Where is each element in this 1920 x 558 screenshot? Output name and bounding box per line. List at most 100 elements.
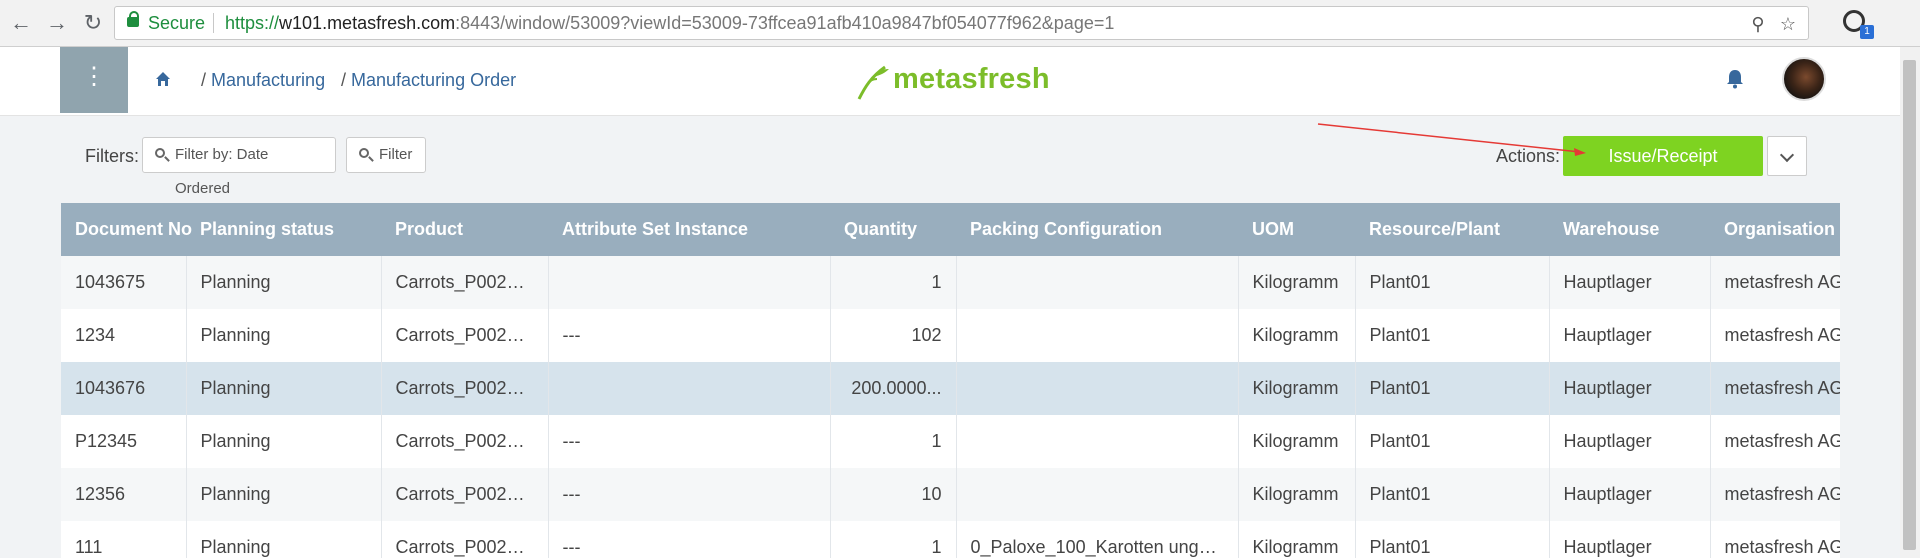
logo-text: metasfresh bbox=[893, 63, 1050, 95]
column-header[interactable]: Attribute Set Instance bbox=[548, 203, 830, 256]
table-cell: Carrots_P002734 bbox=[381, 309, 549, 362]
table-cell: 1 bbox=[830, 415, 957, 468]
secure-label: Secure bbox=[148, 13, 206, 33]
column-header[interactable]: Planning status bbox=[186, 203, 381, 256]
table-row[interactable]: 1234 Planning Carrots_P002734 --- 102 Kilogra… bbox=[61, 309, 1840, 362]
filters-label: Filters: bbox=[85, 146, 139, 166]
browser-toolbar: ← → ↻ Secure https://w101.metasfresh.com… bbox=[0, 0, 1920, 47]
url-protocol: https:// bbox=[225, 13, 280, 33]
column-header[interactable]: Warehouse bbox=[1549, 203, 1710, 256]
filter-date-ordered-button[interactable]: Filter by: Date Ordered bbox=[142, 137, 336, 197]
table-cell: 1043675 bbox=[61, 256, 187, 309]
table-cell: Planning bbox=[186, 256, 382, 309]
table-cell bbox=[956, 362, 1239, 415]
table-cell: --- bbox=[548, 309, 831, 362]
table-body: 1043675 Planning Carrots_P002734 1 Kilogramm… bbox=[61, 256, 1840, 558]
reload-icon[interactable]: ↻ bbox=[78, 8, 108, 38]
table-cell: Planning bbox=[186, 309, 382, 362]
table-cell bbox=[956, 468, 1239, 521]
table-cell bbox=[548, 256, 831, 309]
table-cell: Hauptlager bbox=[1549, 309, 1711, 362]
table-cell: metasfresh AG bbox=[1710, 415, 1840, 468]
breadcrumb-manufacturing-order[interactable]: / Manufacturing Order bbox=[341, 70, 516, 91]
bell-icon[interactable] bbox=[1726, 69, 1744, 89]
manufacturing-order-table: Document No Planning status Product Attribu… bbox=[61, 203, 1840, 558]
table-row[interactable]: P12345 Planning Carrots_P002734 --- 1 Kilogra… bbox=[61, 415, 1840, 468]
table-cell: Plant01 bbox=[1355, 415, 1550, 468]
column-header[interactable]: UOM bbox=[1238, 203, 1355, 256]
table-cell: Plant01 bbox=[1355, 256, 1550, 309]
key-icon[interactable]: ⚲ bbox=[1747, 13, 1769, 35]
table-cell: Carrots_P002734 bbox=[381, 415, 549, 468]
table-header-row: Document No Planning status Product Attribu… bbox=[61, 203, 1840, 256]
search-icon bbox=[155, 148, 165, 158]
table-row[interactable]: 1043676 Planning Carrots_P002734 200.0000..… bbox=[61, 362, 1840, 415]
home-icon[interactable] bbox=[155, 71, 171, 87]
table-cell: metasfresh AG bbox=[1710, 362, 1840, 415]
search-icon bbox=[359, 148, 369, 158]
table-cell bbox=[548, 362, 831, 415]
table-cell bbox=[956, 415, 1239, 468]
column-header[interactable]: Organisation bbox=[1710, 203, 1840, 256]
table-cell: metasfresh AG bbox=[1710, 309, 1840, 362]
actions-label: Actions: bbox=[1496, 146, 1561, 166]
table-cell: 1234 bbox=[61, 309, 187, 362]
carrot-logo-icon bbox=[857, 65, 889, 100]
table-row[interactable]: 12356 Planning Carrots_P002734 --- 10 Kilogra… bbox=[61, 468, 1840, 521]
column-header[interactable]: Document No bbox=[61, 203, 192, 256]
table-cell: Hauptlager bbox=[1549, 521, 1711, 558]
filter-label: Filter bbox=[379, 146, 413, 163]
table-cell: Kilogramm bbox=[1238, 521, 1356, 558]
table-cell: 1043676 bbox=[61, 362, 187, 415]
table-cell: metasfresh AG bbox=[1710, 521, 1840, 558]
table-cell: Kilogramm bbox=[1238, 468, 1356, 521]
table-cell bbox=[956, 309, 1239, 362]
extension-badge: 1 bbox=[1860, 25, 1874, 39]
page-scrollbar-thumb[interactable] bbox=[1903, 60, 1916, 550]
table-cell: 200.0000... bbox=[830, 362, 957, 415]
address-bar[interactable]: Secure https://w101.metasfresh.com:8443/… bbox=[114, 6, 1809, 40]
filter-button[interactable]: Filter bbox=[346, 137, 426, 173]
table-cell: metasfresh AG bbox=[1710, 256, 1840, 309]
table-cell: Planning bbox=[186, 468, 382, 521]
table-cell: Planning bbox=[186, 362, 382, 415]
table-cell: Kilogramm bbox=[1238, 362, 1356, 415]
table-cell: Planning bbox=[186, 521, 382, 558]
table-cell: Hauptlager bbox=[1549, 256, 1711, 309]
table-row[interactable]: 111 Planning Carrots_P002734 --- 1 0_Paloxe_1… bbox=[61, 521, 1840, 558]
lock-icon bbox=[127, 11, 139, 27]
menu-button[interactable]: ⋮ bbox=[60, 47, 128, 113]
forward-icon[interactable]: → bbox=[42, 8, 72, 38]
filter-date-ordered-label: Filter by: Date Ordered bbox=[175, 146, 269, 197]
avatar[interactable] bbox=[1782, 57, 1826, 101]
star-icon[interactable]: ☆ bbox=[1777, 13, 1799, 35]
column-header[interactable]: Quantity bbox=[830, 203, 956, 256]
actions-dropdown-button[interactable] bbox=[1767, 136, 1807, 176]
table-cell: Plant01 bbox=[1355, 468, 1550, 521]
table-cell: 102 bbox=[830, 309, 957, 362]
table-cell: --- bbox=[548, 415, 831, 468]
table-cell: 10 bbox=[830, 468, 957, 521]
table-cell: Kilogramm bbox=[1238, 309, 1356, 362]
table-cell: Kilogramm bbox=[1238, 415, 1356, 468]
table-cell: 1 bbox=[830, 521, 957, 558]
table-cell: 1 bbox=[830, 256, 957, 309]
table-cell: Plant01 bbox=[1355, 309, 1550, 362]
back-icon[interactable]: ← bbox=[6, 8, 36, 38]
column-header[interactable]: Resource/Plant bbox=[1355, 203, 1549, 256]
breadcrumb-label: Manufacturing bbox=[211, 70, 326, 90]
table-cell: 0_Paloxe_100_Karotten ungew... bbox=[956, 521, 1239, 558]
table-cell: Carrots_P002734 bbox=[381, 468, 549, 521]
column-header[interactable]: Product bbox=[381, 203, 548, 256]
table-cell: metasfresh AG bbox=[1710, 468, 1840, 521]
logo: metasfresh bbox=[855, 57, 1050, 103]
url-text: https://w101.metasfresh.com:8443/window/… bbox=[225, 7, 1114, 39]
url-separator bbox=[213, 13, 214, 33]
table-cell: Kilogramm bbox=[1238, 256, 1356, 309]
table-cell: Hauptlager bbox=[1549, 415, 1711, 468]
column-header[interactable]: Packing Configuration bbox=[956, 203, 1238, 256]
table-cell: --- bbox=[548, 521, 831, 558]
breadcrumb-manufacturing[interactable]: / Manufacturing bbox=[201, 70, 325, 91]
table-row[interactable]: 1043675 Planning Carrots_P002734 1 Kilogramm… bbox=[61, 256, 1840, 309]
issue-receipt-button[interactable]: Issue/Receipt bbox=[1563, 136, 1763, 176]
